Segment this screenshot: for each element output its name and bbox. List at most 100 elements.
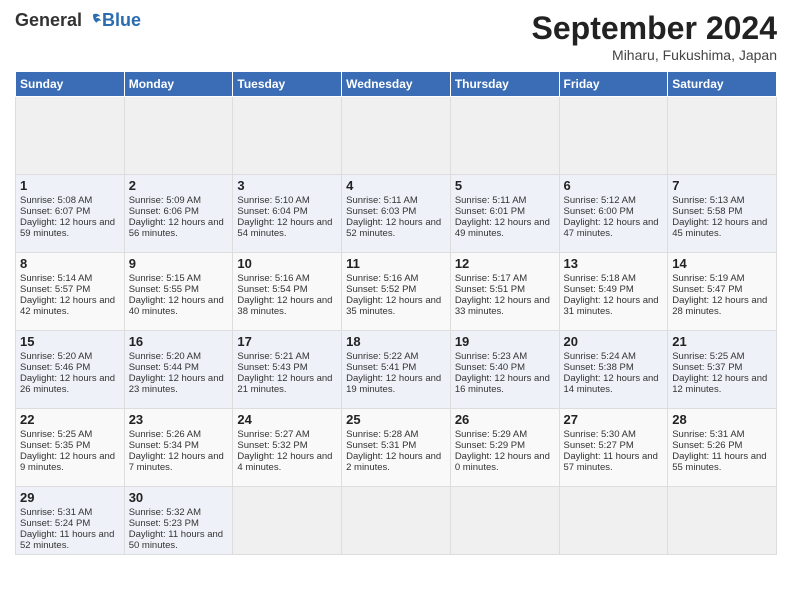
sunrise-label: Sunrise: 5:17 AM [455, 273, 527, 284]
sunrise-label: Sunrise: 5:20 AM [20, 351, 92, 362]
daylight-label: Daylight: 11 hours and 55 minutes. [672, 451, 766, 473]
daylight-label: Daylight: 11 hours and 52 minutes. [20, 529, 114, 551]
sunrise-label: Sunrise: 5:08 AM [20, 195, 92, 206]
header-row: Sunday Monday Tuesday Wednesday Thursday… [16, 72, 777, 97]
day-number: 4 [346, 178, 446, 193]
sunset-label: Sunset: 5:38 PM [564, 362, 634, 373]
sunrise-label: Sunrise: 5:19 AM [672, 273, 744, 284]
day-number: 15 [20, 334, 120, 349]
daylight-label: Daylight: 11 hours and 50 minutes. [129, 529, 223, 551]
col-sunday: Sunday [16, 72, 125, 97]
sunset-label: Sunset: 5:47 PM [672, 284, 742, 295]
calendar-cell: 14 Sunrise: 5:19 AM Sunset: 5:47 PM Dayl… [668, 253, 777, 331]
day-number: 27 [564, 412, 664, 427]
daylight-label: Daylight: 12 hours and 49 minutes. [455, 217, 550, 239]
sunset-label: Sunset: 5:57 PM [20, 284, 90, 295]
calendar-cell: 23 Sunrise: 5:26 AM Sunset: 5:34 PM Dayl… [124, 409, 233, 487]
day-number: 11 [346, 256, 446, 271]
daylight-label: Daylight: 12 hours and 9 minutes. [20, 451, 115, 473]
day-number: 3 [237, 178, 337, 193]
sunset-label: Sunset: 5:46 PM [20, 362, 90, 373]
day-number: 10 [237, 256, 337, 271]
daylight-label: Daylight: 12 hours and 33 minutes. [455, 295, 550, 317]
daylight-label: Daylight: 12 hours and 31 minutes. [564, 295, 659, 317]
day-number: 29 [20, 490, 120, 505]
day-number: 8 [20, 256, 120, 271]
logo-general-text: General [15, 10, 82, 31]
sunset-label: Sunset: 5:35 PM [20, 440, 90, 451]
calendar-cell: 7 Sunrise: 5:13 AM Sunset: 5:58 PM Dayli… [668, 175, 777, 253]
calendar-cell: 15 Sunrise: 5:20 AM Sunset: 5:46 PM Dayl… [16, 331, 125, 409]
calendar-cell: 2 Sunrise: 5:09 AM Sunset: 6:06 PM Dayli… [124, 175, 233, 253]
col-saturday: Saturday [668, 72, 777, 97]
sunset-label: Sunset: 5:54 PM [237, 284, 307, 295]
daylight-label: Daylight: 12 hours and 40 minutes. [129, 295, 224, 317]
calendar-cell [124, 97, 233, 175]
calendar-cell [668, 97, 777, 175]
page-header: General Blue September 2024 Miharu, Fuku… [15, 10, 777, 63]
calendar-cell [450, 487, 559, 555]
sunset-label: Sunset: 6:03 PM [346, 206, 416, 217]
page-container: General Blue September 2024 Miharu, Fuku… [0, 0, 792, 565]
calendar-cell: 3 Sunrise: 5:10 AM Sunset: 6:04 PM Dayli… [233, 175, 342, 253]
day-number: 25 [346, 412, 446, 427]
sunset-label: Sunset: 5:31 PM [346, 440, 416, 451]
daylight-label: Daylight: 12 hours and 7 minutes. [129, 451, 224, 473]
calendar-cell: 9 Sunrise: 5:15 AM Sunset: 5:55 PM Dayli… [124, 253, 233, 331]
sunrise-label: Sunrise: 5:29 AM [455, 429, 527, 440]
daylight-label: Daylight: 12 hours and 54 minutes. [237, 217, 332, 239]
logo-blue-text: Blue [102, 10, 141, 31]
daylight-label: Daylight: 12 hours and 38 minutes. [237, 295, 332, 317]
sunrise-label: Sunrise: 5:20 AM [129, 351, 201, 362]
day-number: 17 [237, 334, 337, 349]
calendar-cell: 27 Sunrise: 5:30 AM Sunset: 5:27 PM Dayl… [559, 409, 668, 487]
daylight-label: Daylight: 12 hours and 21 minutes. [237, 373, 332, 395]
sunrise-label: Sunrise: 5:12 AM [564, 195, 636, 206]
sunrise-label: Sunrise: 5:18 AM [564, 273, 636, 284]
sunset-label: Sunset: 5:37 PM [672, 362, 742, 373]
sunrise-label: Sunrise: 5:21 AM [237, 351, 309, 362]
calendar-cell: 21 Sunrise: 5:25 AM Sunset: 5:37 PM Dayl… [668, 331, 777, 409]
col-thursday: Thursday [450, 72, 559, 97]
day-number: 18 [346, 334, 446, 349]
calendar-cell [342, 97, 451, 175]
sunrise-label: Sunrise: 5:27 AM [237, 429, 309, 440]
sunset-label: Sunset: 5:24 PM [20, 518, 90, 529]
calendar-cell [342, 487, 451, 555]
daylight-label: Daylight: 12 hours and 59 minutes. [20, 217, 115, 239]
sunrise-label: Sunrise: 5:26 AM [129, 429, 201, 440]
calendar-cell: 10 Sunrise: 5:16 AM Sunset: 5:54 PM Dayl… [233, 253, 342, 331]
sunrise-label: Sunrise: 5:23 AM [455, 351, 527, 362]
calendar-cell: 18 Sunrise: 5:22 AM Sunset: 5:41 PM Dayl… [342, 331, 451, 409]
title-section: September 2024 Miharu, Fukushima, Japan [532, 10, 777, 63]
day-number: 23 [129, 412, 229, 427]
sunset-label: Sunset: 5:58 PM [672, 206, 742, 217]
sunrise-label: Sunrise: 5:30 AM [564, 429, 636, 440]
sunset-label: Sunset: 5:51 PM [455, 284, 525, 295]
day-number: 19 [455, 334, 555, 349]
calendar-cell: 12 Sunrise: 5:17 AM Sunset: 5:51 PM Dayl… [450, 253, 559, 331]
calendar-cell: 16 Sunrise: 5:20 AM Sunset: 5:44 PM Dayl… [124, 331, 233, 409]
daylight-label: Daylight: 12 hours and 56 minutes. [129, 217, 224, 239]
calendar-cell: 4 Sunrise: 5:11 AM Sunset: 6:03 PM Dayli… [342, 175, 451, 253]
calendar-cell: 8 Sunrise: 5:14 AM Sunset: 5:57 PM Dayli… [16, 253, 125, 331]
calendar-cell [559, 97, 668, 175]
sunrise-label: Sunrise: 5:25 AM [20, 429, 92, 440]
sunset-label: Sunset: 5:44 PM [129, 362, 199, 373]
daylight-label: Daylight: 12 hours and 4 minutes. [237, 451, 332, 473]
calendar-cell [233, 97, 342, 175]
sunset-label: Sunset: 6:07 PM [20, 206, 90, 217]
calendar-table: Sunday Monday Tuesday Wednesday Thursday… [15, 71, 777, 555]
calendar-cell: 26 Sunrise: 5:29 AM Sunset: 5:29 PM Dayl… [450, 409, 559, 487]
calendar-cell: 6 Sunrise: 5:12 AM Sunset: 6:00 PM Dayli… [559, 175, 668, 253]
sunrise-label: Sunrise: 5:32 AM [129, 507, 201, 518]
logo-bird-icon [84, 12, 102, 30]
calendar-cell: 24 Sunrise: 5:27 AM Sunset: 5:32 PM Dayl… [233, 409, 342, 487]
day-number: 9 [129, 256, 229, 271]
location: Miharu, Fukushima, Japan [532, 47, 777, 63]
daylight-label: Daylight: 12 hours and 42 minutes. [20, 295, 115, 317]
sunset-label: Sunset: 5:43 PM [237, 362, 307, 373]
sunset-label: Sunset: 5:40 PM [455, 362, 525, 373]
day-number: 7 [672, 178, 772, 193]
sunset-label: Sunset: 6:01 PM [455, 206, 525, 217]
